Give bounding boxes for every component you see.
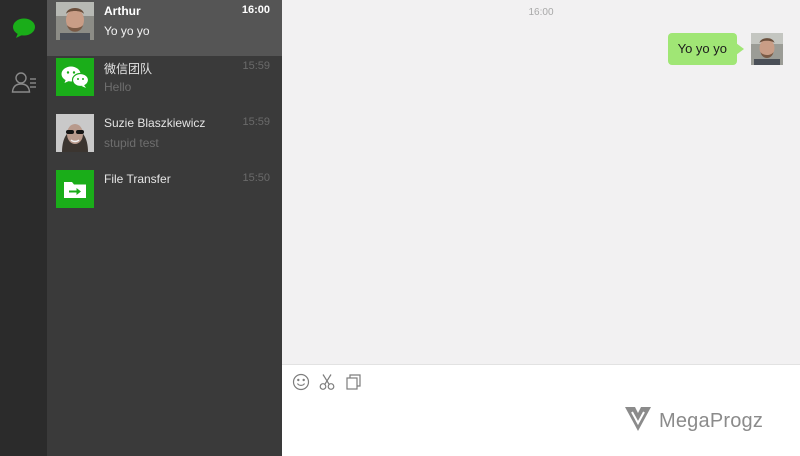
side-nav <box>0 0 47 456</box>
conversation-item-arthur[interactable]: Arthur Yo yo yo 16:00 <box>47 0 282 56</box>
copy-icon <box>344 373 362 396</box>
conversation-list: Arthur Yo yo yo 16:00 微信团队 Hello 15:59 S… <box>47 0 282 456</box>
conversation-name: File Transfer <box>104 172 171 186</box>
emoji-icon <box>292 373 310 396</box>
conversation-item-suzie[interactable]: Suzie Blaszkiewicz stupid test 15:59 <box>47 112 282 168</box>
scissors-icon <box>318 373 336 396</box>
watermark: MegaProgz <box>623 405 763 437</box>
message-bubble-outgoing[interactable]: Yo yo yo <box>667 33 737 65</box>
conversation-name: 微信团队 <box>104 62 153 76</box>
conversation-time: 15:59 <box>242 60 270 72</box>
conversation-preview: Yo yo yo <box>104 24 150 38</box>
conversation-preview: Hello <box>104 80 132 94</box>
suzie-avatar <box>56 114 94 152</box>
conversation-time: 15:59 <box>242 116 270 128</box>
emoji-button[interactable] <box>292 373 310 396</box>
conversation-preview: stupid test <box>104 136 159 150</box>
file-transfer-icon <box>56 170 94 208</box>
bubble-tail <box>736 43 744 55</box>
contacts-icon <box>11 70 37 99</box>
chat-panel: 16:00 Yo yo yo <box>282 0 800 364</box>
wechat-team-logo <box>56 58 94 96</box>
conversation-time: 15:50 <box>242 172 270 184</box>
message-composer[interactable]: MegaProgz <box>282 364 800 456</box>
conversation-time: 16:00 <box>241 4 270 16</box>
conversation-item-file-transfer[interactable]: File Transfer 15:50 <box>47 168 282 224</box>
megaprogz-logo-icon <box>623 404 653 439</box>
arthur-avatar <box>56 2 94 40</box>
copy-button[interactable] <box>344 373 362 396</box>
message-timestamp: 16:00 <box>528 7 554 18</box>
chats-nav-button[interactable] <box>0 10 47 50</box>
screenshot-button[interactable] <box>318 373 336 396</box>
conversation-name: Suzie Blaszkiewicz <box>104 116 206 130</box>
contacts-nav-button[interactable] <box>0 64 47 104</box>
conversation-item-wechat-team[interactable]: 微信团队 Hello 15:59 <box>47 56 282 112</box>
watermark-text: MegaProgz <box>659 409 764 432</box>
chat-bubble-icon <box>12 17 36 44</box>
conversation-name: Arthur <box>104 4 141 18</box>
my-avatar[interactable] <box>751 33 783 65</box>
